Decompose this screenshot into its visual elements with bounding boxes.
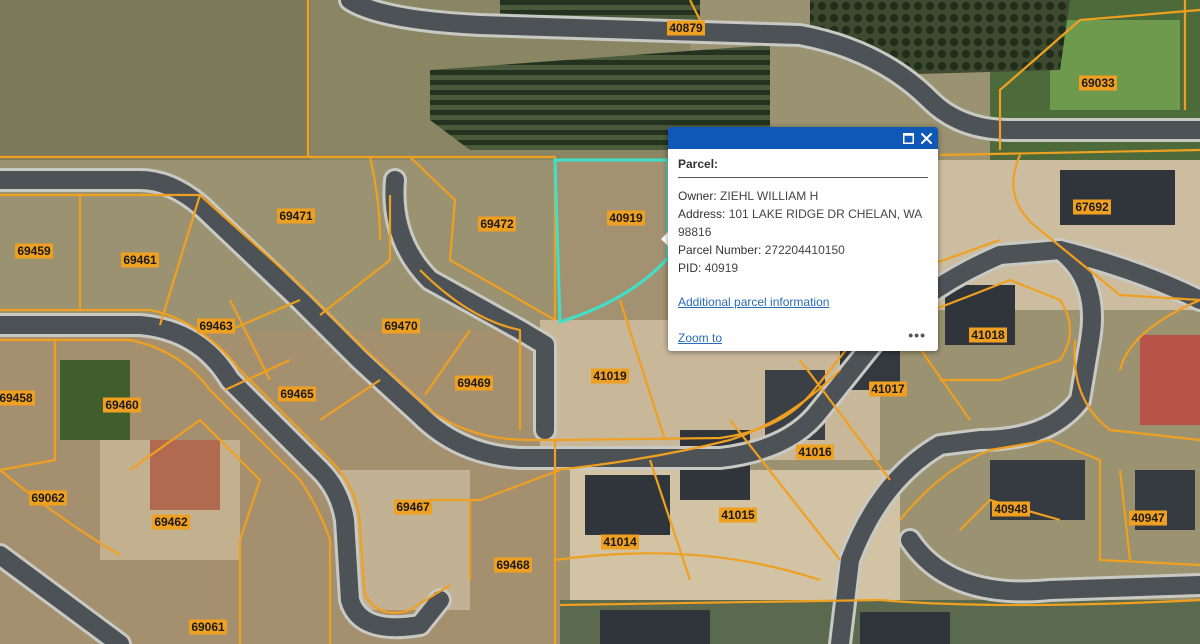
parcel-label: 69458 xyxy=(0,390,35,406)
parcel-label: 67692 xyxy=(1073,199,1111,215)
maximize-icon[interactable] xyxy=(900,130,916,146)
pid-value: 40919 xyxy=(704,261,739,275)
parcel-label-text: 69458 xyxy=(0,391,33,405)
popup-footer: Zoom to ••• xyxy=(678,327,926,345)
parcel-label: 69061 xyxy=(189,619,227,635)
parcel-label-text: 40947 xyxy=(1131,511,1165,525)
parcel-label-text: 67692 xyxy=(1075,200,1109,214)
parcel-label: 40948 xyxy=(992,501,1030,517)
parcel-label: 69465 xyxy=(278,386,316,402)
parcel-label: 69033 xyxy=(1079,75,1117,91)
additional-info-link[interactable]: Additional parcel information xyxy=(678,295,928,309)
parcel-label-text: 41017 xyxy=(871,382,905,396)
parcel-label: 69468 xyxy=(494,557,532,573)
parcel-label-text: 41015 xyxy=(721,508,755,522)
address-row: Address: 101 LAKE RIDGE DR CHELAN, WA 98… xyxy=(678,205,928,241)
parcel-label: 69062 xyxy=(29,490,67,506)
parcel-label-text: 69467 xyxy=(396,500,430,514)
parcel-label-text: 41019 xyxy=(593,369,627,383)
close-icon[interactable] xyxy=(918,130,934,146)
pid-row: PID: 40919 xyxy=(678,259,928,277)
parcel-label: 69460 xyxy=(103,397,141,413)
parcel-label: 41014 xyxy=(601,534,639,550)
more-actions-icon[interactable]: ••• xyxy=(908,327,926,343)
parcel-label: 69472 xyxy=(478,216,516,232)
parcel-label-text: 41014 xyxy=(603,535,637,549)
parcel-label: 69459 xyxy=(15,243,53,259)
parcel-label: 40879 xyxy=(667,20,705,36)
parcel-label-text: 69033 xyxy=(1081,76,1115,90)
parcel-label-text: 41016 xyxy=(798,445,832,459)
popup-header xyxy=(668,127,938,149)
parcel-label-text: 69468 xyxy=(496,558,530,572)
parcel-label: 69471 xyxy=(277,208,315,224)
parcel-label: 41015 xyxy=(719,507,757,523)
zoom-to-link[interactable]: Zoom to xyxy=(678,331,722,345)
parcel-label: 69469 xyxy=(455,375,493,391)
parcel-label-text: 40948 xyxy=(994,502,1028,516)
popup-body: Parcel: Owner: ZIEHL WILLIAM H Address: … xyxy=(668,149,938,309)
owner-row: Owner: ZIEHL WILLIAM H xyxy=(678,187,928,205)
parcel-label: 69470 xyxy=(382,318,420,334)
parcel-popup: Parcel: Owner: ZIEHL WILLIAM H Address: … xyxy=(668,127,938,351)
parcel-label-text: 40879 xyxy=(669,21,703,35)
parcel-label-text: 69460 xyxy=(105,398,139,412)
parcel-label-text: 69465 xyxy=(280,387,314,401)
parcel-label: 69461 xyxy=(121,252,159,268)
parcel-label: 40919 xyxy=(607,210,645,226)
parcel-number-label: Parcel Number: xyxy=(678,243,762,257)
parcel-label: 69467 xyxy=(394,499,432,515)
parcel-label-text: 69061 xyxy=(191,620,225,634)
parcel-number-row: Parcel Number: 272204410150 xyxy=(678,241,928,259)
parcel-number-value: 272204410150 xyxy=(764,243,845,257)
parcel-label-text: 69463 xyxy=(199,319,233,333)
parcel-label-text: 69471 xyxy=(279,209,313,223)
parcel-label: 41018 xyxy=(969,327,1007,343)
popup-title: Parcel: xyxy=(678,157,928,178)
owner-value: ZIEHL WILLIAM H xyxy=(720,189,819,203)
parcel-label-text: 69062 xyxy=(31,491,65,505)
parcel-label-text: 69472 xyxy=(480,217,514,231)
parcel-label: 69462 xyxy=(152,514,190,530)
parcel-label-text: 69461 xyxy=(123,253,157,267)
parcel-label-text: 69462 xyxy=(154,515,188,529)
parcel-map[interactable]: 40879 69033 69471 69472 40919 69459 69461 67692… xyxy=(0,0,1200,644)
pid-label: PID: xyxy=(678,261,702,275)
parcel-label: 41017 xyxy=(869,381,907,397)
parcel-label-text: 41018 xyxy=(971,328,1005,342)
parcel-label-text: 69470 xyxy=(384,319,418,333)
owner-label: Owner: xyxy=(678,189,717,203)
address-label: Address: xyxy=(678,207,726,221)
parcel-label-text: 69469 xyxy=(457,376,491,390)
parcel-label-text: 40919 xyxy=(609,211,643,225)
parcel-label: 40947 xyxy=(1129,510,1167,526)
parcel-label: 41016 xyxy=(796,444,834,460)
parcel-label: 69463 xyxy=(197,318,235,334)
parcel-label-text: 69459 xyxy=(17,244,51,258)
parcel-label: 41019 xyxy=(591,368,629,384)
